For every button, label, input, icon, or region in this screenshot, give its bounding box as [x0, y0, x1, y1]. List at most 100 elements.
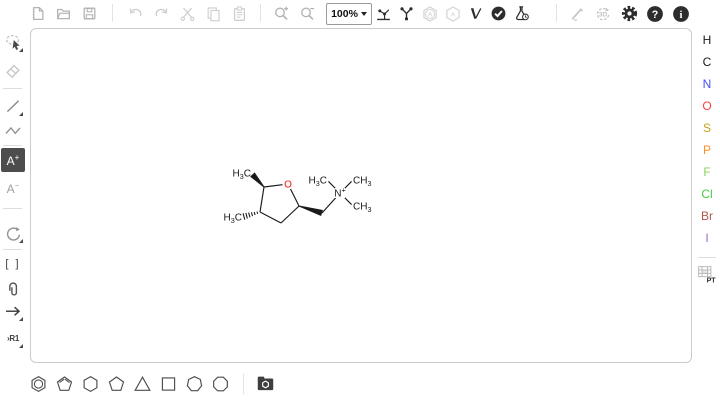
element-C-button[interactable]: C — [694, 51, 720, 73]
periodic-table-label: PT — [707, 276, 717, 284]
element-Cl-button[interactable]: Cl — [694, 183, 720, 205]
single-bond-icon — [4, 97, 22, 115]
template-cyclohexane-button[interactable] — [77, 370, 103, 398]
copy-button[interactable] — [200, 1, 226, 27]
element-H-button[interactable]: H — [694, 29, 720, 51]
save-button[interactable] — [76, 1, 102, 27]
sgroup-icon: [ ] — [5, 258, 20, 270]
element-N-button[interactable]: N — [694, 73, 720, 95]
template-cyclooctane-button[interactable] — [207, 370, 233, 398]
left-toolbar-divider — [3, 145, 22, 146]
chevron-down-icon — [361, 12, 367, 16]
single-bond-button[interactable] — [1, 94, 25, 118]
charge-plus-icon: A+ — [7, 154, 20, 167]
template-cyclobutane-button[interactable] — [155, 370, 181, 398]
view-3d-button[interactable]: 3D — [590, 1, 616, 27]
svg-text:O: O — [284, 179, 292, 190]
chain-icon — [4, 121, 22, 139]
cyclopentadiene-icon — [54, 373, 75, 394]
view-3d-label: 3D — [599, 11, 608, 18]
template-cyclopropane-button[interactable] — [129, 370, 155, 398]
drawing-canvas[interactable]: OH3CH3CN+H3CCH3CH3 — [30, 28, 692, 363]
misc-group: 3D ? i — [564, 0, 694, 27]
about-button[interactable]: i — [668, 1, 694, 27]
aromatize-icon: A — [421, 5, 439, 23]
eraser-button[interactable] — [1, 58, 25, 82]
rotate-icon — [4, 224, 23, 243]
toolbar-divider — [112, 4, 113, 22]
element-list: HCNOSPFClBrI — [694, 29, 720, 249]
svg-text:H3C: H3C — [233, 168, 251, 180]
open-button[interactable] — [50, 1, 76, 27]
sgroup-button[interactable]: [ ] — [1, 252, 25, 276]
calculated-values-button[interactable] — [510, 1, 533, 27]
reaction-arrow-button[interactable] — [1, 299, 25, 323]
cycloheptane-icon — [184, 373, 205, 394]
undo-button[interactable] — [122, 1, 148, 27]
element-I-button[interactable]: I — [694, 227, 720, 249]
element-Br-button[interactable]: Br — [694, 205, 720, 227]
eraser-icon — [4, 61, 22, 79]
templates-toolbar — [0, 367, 720, 400]
template-cyclopentadiene-button[interactable] — [51, 370, 77, 398]
element-F-button[interactable]: F — [694, 161, 720, 183]
dearomatize-letter: A — [450, 11, 455, 18]
paste-button[interactable] — [226, 1, 252, 27]
svg-text:H3C: H3C — [309, 175, 327, 187]
copy-icon — [205, 5, 222, 22]
rotate-button[interactable] — [1, 221, 25, 245]
structure-tools-group: A A — [372, 0, 533, 27]
template-cyclopentane-button[interactable] — [103, 370, 129, 398]
dearomatize-button[interactable]: A — [441, 1, 464, 27]
periodic-table-icon: PT — [697, 265, 717, 285]
clean-up-button[interactable] — [395, 1, 418, 27]
elements-panel: HCNOSPFClBrI PT — [694, 29, 720, 288]
template-library-button[interactable] — [252, 370, 278, 398]
view-3d-icon: 3D — [594, 5, 612, 23]
edit-group — [122, 0, 252, 27]
layout-button[interactable] — [372, 1, 395, 27]
charge-minus-button[interactable]: A− — [1, 176, 25, 200]
benzene-icon — [28, 373, 49, 394]
template-cycloheptane-button[interactable] — [181, 370, 207, 398]
charge-minus-icon: A− — [7, 182, 20, 195]
help-icon: ? — [646, 5, 664, 23]
chain-button[interactable] — [1, 118, 25, 142]
stereo-cip-button[interactable] — [464, 1, 487, 27]
svg-text:CH3: CH3 — [353, 175, 371, 187]
toolbar-divider — [260, 4, 261, 22]
undo-icon — [127, 5, 144, 22]
periodic-table-button[interactable]: PT — [694, 262, 720, 288]
cyclobutane-icon — [158, 373, 179, 394]
rgroup-button[interactable]: ›R1 — [1, 326, 25, 350]
aromatize-button[interactable]: A — [418, 1, 441, 27]
chemical-editor-window: { "top_toolbar": { "file_icons": ["new-d… — [0, 0, 720, 400]
lasso-selection-button[interactable] — [1, 30, 25, 54]
save-icon — [81, 5, 98, 22]
molecule-structure[interactable]: OH3CH3CN+H3CCH3CH3 — [31, 29, 691, 362]
attachment-point-button[interactable] — [1, 277, 25, 301]
left-toolbar-divider — [3, 88, 22, 89]
redo-button[interactable] — [148, 1, 174, 27]
reaction-arrow-icon — [4, 302, 22, 320]
help-button[interactable]: ? — [642, 1, 668, 27]
zoom-level-dropdown[interactable]: 100% — [326, 3, 372, 25]
check-structure-button[interactable] — [487, 1, 510, 27]
new-document-button[interactable] — [24, 1, 50, 27]
recognize-button[interactable] — [564, 1, 590, 27]
zoom-out-button[interactable] — [294, 1, 320, 27]
zoom-in-button[interactable] — [268, 1, 294, 27]
template-benzene-button[interactable] — [25, 370, 51, 398]
layout-icon — [375, 5, 392, 22]
left-toolbar-divider — [3, 208, 22, 209]
settings-button[interactable] — [616, 1, 642, 27]
element-O-button[interactable]: O — [694, 95, 720, 117]
charge-plus-button[interactable]: A+ — [1, 148, 25, 172]
clean-up-icon — [398, 5, 415, 22]
dearomatize-icon: A — [444, 5, 462, 23]
element-S-button[interactable]: S — [694, 117, 720, 139]
cut-button[interactable] — [174, 1, 200, 27]
svg-text:H3C: H3C — [224, 212, 242, 224]
element-P-button[interactable]: P — [694, 139, 720, 161]
left-toolbar-divider — [3, 249, 22, 250]
